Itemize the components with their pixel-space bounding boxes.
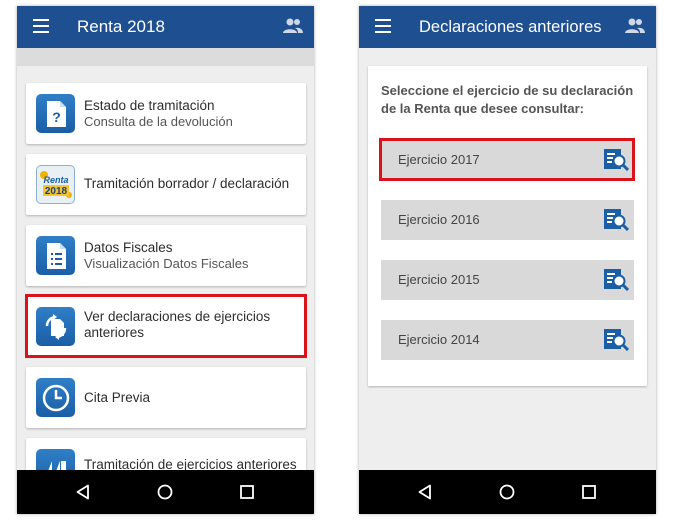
- year-selection-panel: Seleccione el ejercicio de su declaració…: [368, 66, 647, 386]
- selection-prompt: Seleccione el ejercicio de su declaració…: [381, 83, 634, 116]
- android-nav-bar: [17, 470, 314, 514]
- back-triangle-icon[interactable]: [417, 484, 433, 500]
- search-document-icon: [604, 269, 629, 292]
- app-bar: Renta 2018: [17, 6, 314, 48]
- document-list-icon: [36, 236, 75, 275]
- left-phone-screen: Renta 2018 ? Estado de tramitación Consu…: [17, 6, 314, 514]
- year-button-2016[interactable]: Ejercicio 2016: [381, 200, 634, 240]
- card-subtitle: Visualización Datos Fiscales: [84, 256, 249, 271]
- search-document-icon: [604, 329, 629, 352]
- toolbar-shadow-strip: [17, 48, 314, 66]
- svg-text:?: ?: [52, 109, 61, 125]
- search-document-icon: [604, 209, 629, 232]
- right-phone-screen: Declaraciones anteriores Seleccione el e…: [359, 6, 656, 514]
- hamburger-menu-icon[interactable]: [33, 19, 49, 33]
- year-button-2017[interactable]: Ejercicio 2017: [381, 140, 634, 180]
- app-bar: Declaraciones anteriores: [359, 6, 656, 48]
- card-estado-tramitacion[interactable]: ? Estado de tramitación Consulta de la d…: [26, 83, 306, 144]
- card-tramitacion-borrador[interactable]: Renta 2018 Tramitación borrador / declar…: [26, 154, 306, 215]
- refresh-document-icon: [36, 307, 75, 346]
- home-circle-icon[interactable]: [499, 484, 515, 500]
- year-button-2015[interactable]: Ejercicio 2015: [381, 260, 634, 300]
- card-title: Ver declaraciones de ejercicios anterior…: [84, 309, 271, 340]
- year-label: Ejercicio 2016: [398, 212, 480, 227]
- card-subtitle: Consulta de la devolución: [84, 114, 233, 129]
- recents-square-icon[interactable]: [581, 484, 597, 500]
- svg-text:Renta: Renta: [43, 175, 68, 185]
- card-title: Cita Previa: [84, 390, 151, 405]
- app-title: Renta 2018: [77, 17, 165, 36]
- android-nav-bar: [359, 470, 656, 514]
- year-button-2014[interactable]: Ejercicio 2014: [381, 320, 634, 360]
- recents-square-icon[interactable]: [239, 484, 255, 500]
- card-title: Datos Fiscales: [84, 240, 173, 255]
- svg-text:2018: 2018: [44, 186, 67, 197]
- back-triangle-icon[interactable]: [75, 484, 91, 500]
- hamburger-menu-icon[interactable]: [375, 19, 391, 33]
- card-ver-declaraciones-anteriores[interactable]: Ver declaraciones de ejercicios anterior…: [26, 296, 306, 356]
- year-label: Ejercicio 2015: [398, 272, 480, 287]
- year-label: Ejercicio 2014: [398, 332, 480, 347]
- clock-icon: [36, 378, 75, 417]
- renta-2018-logo-icon: Renta 2018: [36, 165, 75, 204]
- card-title: Tramitación borrador / declaración: [84, 176, 290, 191]
- card-cita-previa[interactable]: Cita Previa: [26, 367, 306, 428]
- search-document-icon: [604, 149, 629, 172]
- card-title: Estado de tramitación: [84, 98, 215, 113]
- people-icon[interactable]: [282, 17, 304, 35]
- document-question-icon: ?: [36, 94, 75, 133]
- people-icon[interactable]: [624, 17, 646, 35]
- app-title: Declaraciones anteriores: [419, 18, 602, 36]
- card-datos-fiscales[interactable]: Datos Fiscales Visualización Datos Fisca…: [26, 225, 306, 286]
- home-circle-icon[interactable]: [157, 484, 173, 500]
- year-label: Ejercicio 2017: [398, 152, 480, 167]
